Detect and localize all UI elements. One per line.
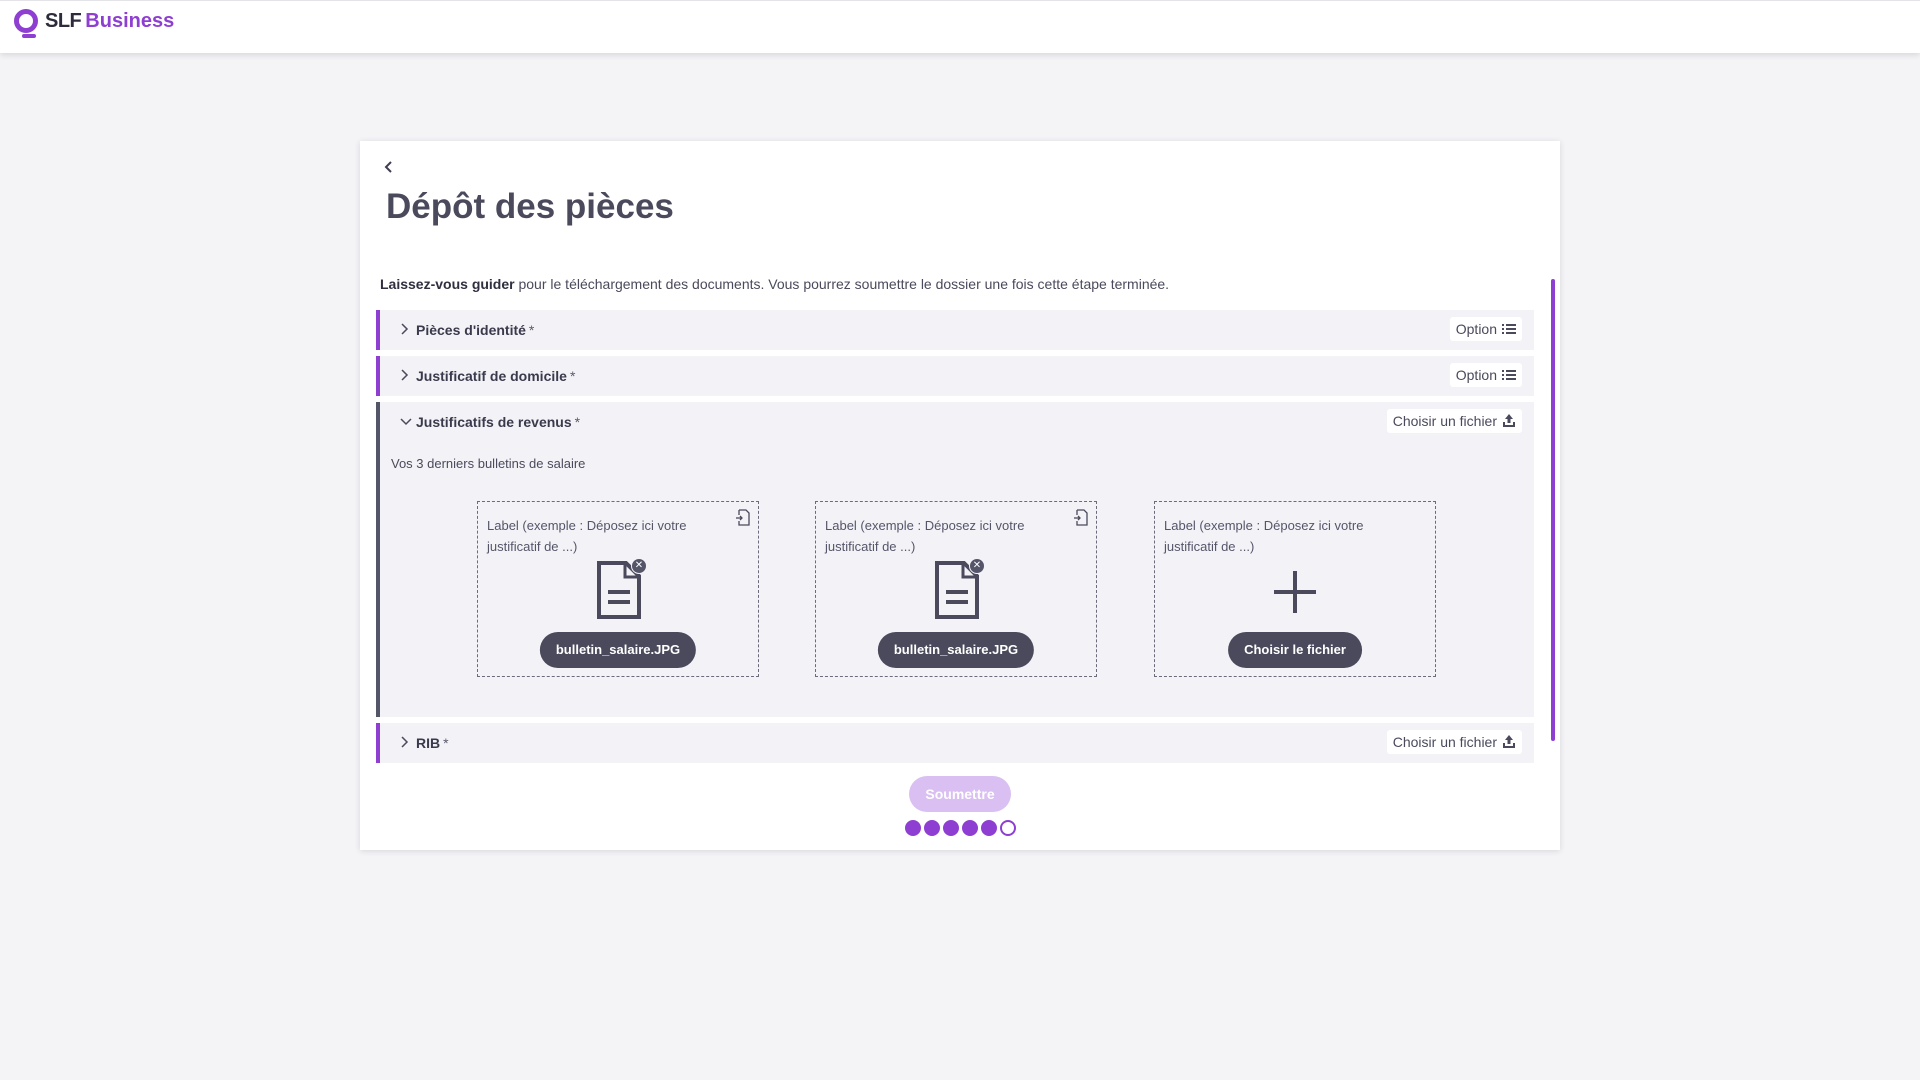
section-revenus: Justificatifs de revenus * Choisir un fic… [376, 402, 1534, 717]
progress-dot-complete [905, 820, 921, 836]
progress-dot-complete [962, 820, 978, 836]
chevron-right-icon [399, 322, 409, 340]
option-button[interactable]: Option [1449, 363, 1522, 387]
option-button[interactable]: Option [1449, 317, 1522, 341]
intro-bold: Laissez-vous guider [380, 276, 515, 292]
dropzone-label: Label (exemple : Déposez ici votre justi… [487, 518, 687, 554]
required-marker: * [443, 735, 449, 751]
top-bar: SLF Business [0, 0, 1920, 53]
dropzone-label: Label (exemple : Déposez ici votre justi… [825, 518, 1025, 554]
dropzone-3[interactable]: Label (exemple : Déposez ici votre justi… [1154, 501, 1436, 677]
section-title-text: RIB [416, 735, 441, 751]
progress-dot-complete [981, 820, 997, 836]
brand-name-slf: SLF [45, 9, 82, 32]
section-title: Justificatifs de revenus * [416, 414, 580, 430]
required-marker: * [528, 322, 535, 338]
section-title: RIB * [416, 735, 449, 751]
required-marker: * [574, 414, 581, 430]
section-header-revenus[interactable]: Justificatifs de revenus * Choisir un fic… [380, 402, 1534, 442]
option-label: Option [1455, 321, 1497, 337]
choose-file-dropzone-button[interactable]: Choisir le fichier [1228, 632, 1362, 668]
file-name-button[interactable]: bulletin_salaire.JPG [877, 632, 1035, 668]
section-header-domicile[interactable]: Justificatif de domicile * Option [380, 356, 1534, 396]
choose-file-button[interactable]: Choisir un fichier [1386, 409, 1522, 433]
scrollbar[interactable] [1551, 279, 1555, 741]
progress-steps [905, 820, 1016, 836]
progress-dot-pending [1000, 820, 1016, 836]
upload-icon [1502, 735, 1516, 749]
choose-file-button[interactable]: Choisir un fichier [1386, 730, 1522, 754]
documents-card: Dépôt des pièces Laissez-vous guider pou… [360, 141, 1560, 850]
page-title: Dépôt des pièces [386, 187, 674, 226]
brand-name-business: Business [85, 9, 175, 32]
list-icon [1502, 323, 1516, 335]
choose-file-label: Choisir un fichier [1392, 734, 1497, 750]
intro-rest: pour le téléchargement des documents. Vo… [514, 276, 1170, 292]
option-label: Option [1455, 367, 1497, 383]
chevron-down-icon [399, 414, 413, 432]
file-replace-icon[interactable] [1073, 509, 1089, 527]
section-description: Vos 3 derniers bulletins de salaire [391, 456, 586, 471]
intro-text: Laissez-vous guider pour le téléchargeme… [380, 276, 1169, 292]
section-title: Pièces d'identité * [416, 322, 534, 338]
dropzone-label: Label (exemple : Déposez ici votre justi… [1164, 518, 1364, 554]
dropzone-2[interactable]: Label (exemple : Déposez ici votre justi… [815, 501, 1097, 677]
section-identity: Pièces d'identité * Option [376, 310, 1534, 350]
submit-button[interactable]: Soumettre [909, 776, 1011, 812]
brand-logo[interactable]: SLF Business [14, 9, 175, 38]
progress-dot-complete [943, 820, 959, 836]
progress-dot-complete [924, 820, 940, 836]
section-header-rib[interactable]: RIB * Choisir un fichier [380, 723, 1534, 763]
required-marker: * [569, 368, 576, 384]
back-arrow-icon[interactable] [382, 159, 398, 175]
choose-file-label: Choisir un fichier [1392, 413, 1497, 429]
section-domicile: Justificatif de domicile * Option [376, 356, 1534, 396]
upload-icon [1502, 414, 1516, 428]
file-name-button[interactable]: bulletin_salaire.JPG [539, 632, 697, 668]
section-title-text: Justificatif de domicile [416, 368, 567, 384]
plus-icon [1272, 569, 1318, 615]
logo-mark-icon [14, 9, 38, 38]
dropzone-1[interactable]: Label (exemple : Déposez ici votre justi… [477, 501, 759, 677]
chevron-right-icon [399, 368, 409, 386]
section-header-identity[interactable]: Pièces d'identité * Option [380, 310, 1534, 350]
list-icon [1502, 369, 1516, 381]
remove-file-icon[interactable]: ✕ [631, 558, 647, 574]
section-title-text: Pièces d'identité [416, 322, 526, 338]
remove-file-icon[interactable]: ✕ [969, 558, 985, 574]
chevron-right-icon [399, 735, 409, 753]
file-replace-icon[interactable] [735, 509, 751, 527]
section-title: Justificatif de domicile * [416, 368, 575, 384]
section-title-text: Justificatifs de revenus [416, 414, 572, 430]
section-rib: RIB * Choisir un fichier [376, 723, 1534, 763]
